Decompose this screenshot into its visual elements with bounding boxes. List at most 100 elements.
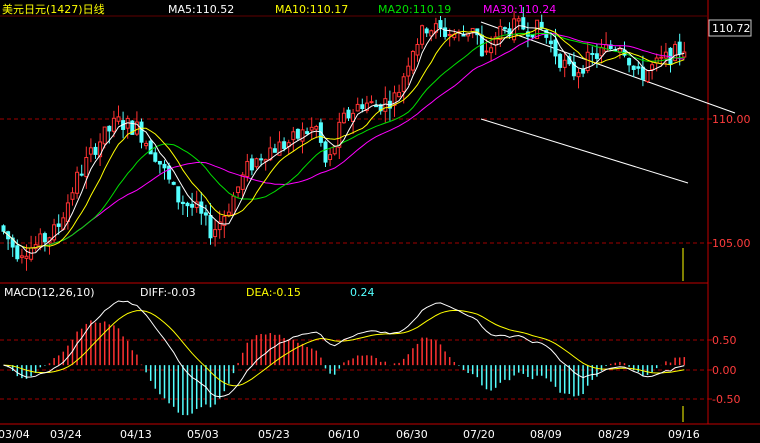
candle-down: [272, 148, 277, 153]
candle-down: [305, 131, 310, 134]
xtick-label: 09/16: [668, 428, 700, 441]
macd-dea-label: DEA:-0.15: [246, 286, 301, 299]
ytick-label: -0.50: [712, 393, 740, 406]
candle-down: [631, 65, 636, 70]
candle-down: [93, 146, 98, 155]
candle-up: [406, 65, 411, 77]
xtick-label: 05/23: [258, 428, 290, 441]
candle-up: [111, 117, 116, 132]
xtick-label: 08/09: [530, 428, 562, 441]
xtick-label: 07/20: [463, 428, 495, 441]
ytick-label: 0.00: [712, 364, 737, 377]
candle-down: [521, 17, 526, 30]
candle-up: [19, 255, 24, 258]
candle-up: [236, 186, 241, 194]
xtick-label: 04/13: [120, 428, 152, 441]
candle-down: [203, 212, 208, 216]
ma10-label: MA10:110.17: [275, 3, 348, 16]
candle-down: [443, 27, 448, 37]
candle-up: [659, 56, 664, 59]
candle-up: [645, 70, 650, 82]
candle-up: [65, 202, 70, 222]
candle-up: [70, 192, 75, 200]
candle-down: [360, 104, 365, 110]
candle-down: [677, 41, 682, 55]
candle-up: [599, 47, 604, 57]
candle-up: [291, 131, 296, 141]
candle-down: [594, 53, 599, 59]
candle-down: [180, 201, 185, 205]
candle-up: [663, 51, 668, 59]
candle-down: [461, 34, 466, 37]
ma20-label: MA20:110.19: [378, 3, 451, 16]
candle-down: [259, 158, 264, 161]
candle-up: [38, 233, 43, 248]
candle-up: [484, 50, 489, 53]
macd-diff-label: DIFF:-0.03: [140, 286, 196, 299]
candle-up: [516, 18, 521, 22]
xtick-label: 06/30: [396, 428, 428, 441]
candle-down: [190, 203, 195, 208]
candle-up: [562, 59, 567, 68]
candle-up: [341, 112, 346, 124]
candle-down: [627, 58, 632, 66]
candle-down: [249, 158, 254, 171]
candle-down: [502, 27, 507, 30]
candle-up: [415, 43, 420, 56]
candle-down: [640, 66, 645, 80]
candle-up: [102, 126, 107, 145]
candle-down: [56, 223, 61, 227]
candle-up: [75, 171, 80, 194]
candle-down: [107, 125, 112, 132]
candle-up: [254, 158, 259, 168]
candle-up: [489, 47, 494, 54]
instrument-title: 美元日元(1427)日线: [2, 2, 105, 16]
candle-down: [282, 141, 287, 149]
candle-up: [309, 126, 314, 131]
candlestick-chart: 110.00 105.00 0.50 0.00 -0.50 110.72 美元日…: [0, 0, 760, 443]
candle-up: [355, 103, 360, 112]
candle-down: [548, 40, 553, 45]
candle-up: [314, 126, 319, 130]
candle-down: [171, 181, 176, 185]
candle-down: [553, 39, 558, 57]
candle-down: [581, 68, 586, 74]
candle-up: [213, 229, 218, 238]
ma30-label: MA30:110.24: [483, 3, 556, 16]
candle-down: [162, 163, 167, 169]
xtick-label: 08/29: [598, 428, 630, 441]
candle-down: [153, 152, 158, 162]
candle-up: [420, 25, 425, 45]
candle-down: [590, 52, 595, 55]
candle-down: [295, 128, 300, 139]
candle-down: [374, 105, 379, 108]
candle-up: [144, 142, 149, 147]
macd-title: MACD(12,26,10): [4, 286, 95, 299]
candle-up: [300, 129, 305, 142]
candle-down: [167, 165, 172, 180]
candle-down: [139, 121, 144, 143]
candle-up: [226, 211, 231, 216]
candle-up: [369, 101, 374, 104]
candle-down: [558, 53, 563, 68]
candle-down: [42, 233, 47, 243]
candle-down: [185, 202, 190, 207]
candle-down: [148, 140, 153, 155]
candle-down: [1, 225, 6, 232]
last-price-label: 110.72: [712, 22, 751, 35]
candle-down: [438, 20, 443, 29]
candle-up: [245, 161, 250, 177]
candle-down: [157, 160, 162, 165]
candle-up: [84, 156, 89, 178]
candle-up: [328, 154, 333, 160]
candle-up: [682, 51, 687, 58]
xtick-label: 03/04: [0, 428, 30, 441]
candle-up: [576, 72, 581, 78]
ytick-label: 110.00: [712, 113, 751, 126]
candle-down: [424, 28, 429, 34]
candle-up: [498, 25, 503, 41]
candle-down: [15, 245, 20, 260]
candle-down: [208, 214, 213, 239]
candle-up: [116, 116, 121, 122]
ytick-label: 0.50: [712, 334, 737, 347]
